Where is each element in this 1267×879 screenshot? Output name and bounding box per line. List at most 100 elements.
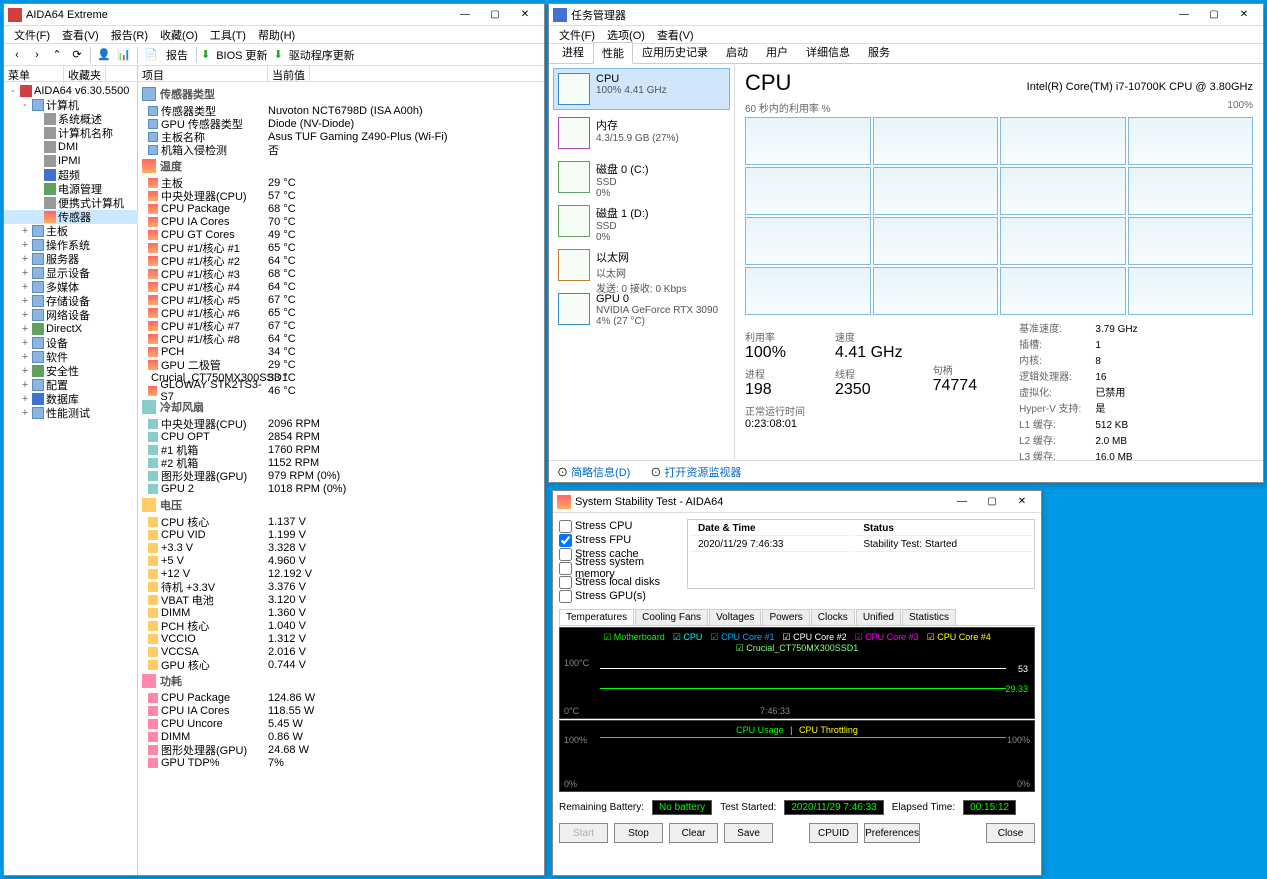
tree-node[interactable]: +服务器	[4, 252, 138, 266]
tree-node[interactable]: +软件	[4, 350, 138, 364]
brief-link[interactable]: 简略信息(D)	[571, 467, 630, 479]
sensor-row: +3.3 V3.328 V	[138, 541, 544, 554]
perf-card[interactable]: 磁盘 1 (D:)SSD0%	[553, 200, 730, 242]
stress-check[interactable]: Stress system memory	[559, 561, 679, 575]
tree-node[interactable]: +性能测试	[4, 406, 138, 420]
pane-tab-menu[interactable]: 菜单	[4, 66, 64, 81]
tm-tab[interactable]: 用户	[757, 41, 797, 63]
tool-icon[interactable]: 👤	[95, 46, 113, 64]
tree-node[interactable]: +数据库	[4, 392, 138, 406]
legend-item[interactable]: ☑ Motherboard	[603, 632, 665, 642]
legend-item[interactable]: ☑ CPU Core #4	[927, 632, 991, 642]
perf-card[interactable]: 磁盘 0 (C:)SSD0%	[553, 156, 730, 198]
back-button[interactable]: ‹	[8, 46, 26, 64]
preferences-button[interactable]: Preferences	[864, 823, 920, 843]
tm-tab[interactable]: 详细信息	[797, 41, 859, 63]
tree-node[interactable]: 传感器	[4, 210, 138, 224]
tm-tab[interactable]: 启动	[717, 41, 757, 63]
sst-tab[interactable]: Clocks	[811, 609, 855, 625]
legend-item[interactable]: ☑ CPU Core #2	[783, 632, 847, 642]
chart-icon[interactable]: 📊	[115, 46, 133, 64]
tree-node[interactable]: IPMI	[4, 154, 138, 168]
stress-check[interactable]: Stress CPU	[559, 519, 679, 533]
menu-item[interactable]: 帮助(H)	[252, 27, 301, 43]
tree-node[interactable]: 便携式计算机	[4, 196, 138, 210]
maximize-button[interactable]: ▢	[1199, 4, 1229, 26]
tree-node[interactable]: +配置	[4, 378, 138, 392]
menu-item[interactable]: 收藏(O)	[154, 27, 204, 43]
maximize-button[interactable]: ▢	[480, 4, 510, 26]
close-button[interactable]: Close	[986, 823, 1035, 843]
tree-node[interactable]: 超频	[4, 168, 138, 182]
sst-tab[interactable]: Voltages	[709, 609, 761, 625]
close-button[interactable]: ✕	[1007, 491, 1037, 513]
forward-button[interactable]: ›	[28, 46, 46, 64]
close-button[interactable]: ✕	[1229, 4, 1259, 26]
temp-graph: ☑ Motherboard ☑ CPU ☑ CPU Core #1 ☑ CPU Cor…	[559, 627, 1035, 719]
tree-node[interactable]: DMI	[4, 140, 138, 154]
perf-card[interactable]: 内存4.3/15.9 GB (27%)	[553, 112, 730, 154]
tm-tab[interactable]: 应用历史记录	[633, 41, 717, 63]
legend-item[interactable]: ☑ CPU Core #1	[710, 632, 774, 642]
tree-node[interactable]: +设备	[4, 336, 138, 350]
minimize-button[interactable]: —	[450, 4, 480, 26]
tree-node[interactable]: +存储设备	[4, 294, 138, 308]
perf-card[interactable]: 以太网以太网发送: 0 接收: 0 Kbps	[553, 244, 730, 286]
sst-titlebar[interactable]: System Stability Test - AIDA64 — ▢ ✕	[553, 491, 1041, 513]
legend-item[interactable]: ☑ Crucial_CT750MX300SSD1	[736, 643, 859, 653]
menu-item[interactable]: 工具(T)	[204, 27, 252, 43]
tm-tab[interactable]: 进程	[553, 41, 593, 63]
aida-tree[interactable]: -AIDA64 v6.30.5500-计算机系统概述计算机名称DMIIPMI超频…	[4, 82, 138, 875]
tree-node[interactable]: +DirectX	[4, 322, 138, 336]
minimize-button[interactable]: —	[1169, 4, 1199, 26]
stress-check[interactable]: Stress GPU(s)	[559, 589, 679, 603]
sst-tab[interactable]: Powers	[762, 609, 809, 625]
sst-tab[interactable]: Cooling Fans	[635, 609, 708, 625]
cpuid-button[interactable]: CPUID	[809, 823, 858, 843]
stress-check[interactable]: Stress FPU	[559, 533, 679, 547]
tree-node[interactable]: 电源管理	[4, 182, 138, 196]
tree-node[interactable]: +主板	[4, 224, 138, 238]
sst-tab[interactable]: Unified	[856, 609, 901, 625]
tm-titlebar[interactable]: 任务管理器 — ▢ ✕	[549, 4, 1263, 26]
aida-titlebar[interactable]: AIDA64 Extreme — ▢ ✕	[4, 4, 544, 26]
tree-node[interactable]: +安全性	[4, 364, 138, 378]
menu-item[interactable]: 文件(F)	[8, 27, 56, 43]
sst-tab[interactable]: Statistics	[902, 609, 956, 625]
tree-node[interactable]: +显示设备	[4, 266, 138, 280]
tree-node[interactable]: +操作系统	[4, 238, 138, 252]
tm-tab[interactable]: 服务	[859, 41, 899, 63]
log-time: 2020/11/29 7:46:33	[690, 538, 853, 552]
tree-node[interactable]: 系统概述	[4, 112, 138, 126]
tree-node[interactable]: -AIDA64 v6.30.5500	[4, 84, 138, 98]
sensor-row: GPU TDP%7%	[138, 756, 544, 769]
tree-node[interactable]: +网络设备	[4, 308, 138, 322]
legend-item[interactable]: ☑ CPU	[673, 632, 703, 642]
save-button[interactable]: Save	[724, 823, 773, 843]
close-button[interactable]: ✕	[510, 4, 540, 26]
menu-item[interactable]: 查看(V)	[56, 27, 105, 43]
legend-item[interactable]: ☑ CPU Core #3	[855, 632, 919, 642]
driver-label[interactable]: 驱动程序更新	[285, 47, 359, 63]
tree-node[interactable]: 计算机名称	[4, 126, 138, 140]
bios-label[interactable]: BIOS 更新	[212, 47, 271, 63]
up-button[interactable]: ⌃	[48, 46, 66, 64]
tree-node[interactable]: +多媒体	[4, 280, 138, 294]
perf-card[interactable]: GPU 0NVIDIA GeForce RTX 30904% (27 °C)	[553, 288, 730, 330]
report-label[interactable]: 报告	[162, 47, 192, 63]
maximize-button[interactable]: ▢	[977, 491, 1007, 513]
sensor-group-header: 功耗	[138, 671, 544, 691]
stop-button[interactable]: Stop	[614, 823, 663, 843]
tree-node[interactable]: -计算机	[4, 98, 138, 112]
pane-tab-fav[interactable]: 收藏夹	[64, 66, 106, 81]
sst-tab[interactable]: Temperatures	[559, 609, 634, 625]
perf-card[interactable]: CPU100% 4.41 GHz	[553, 68, 730, 110]
menu-item[interactable]: 报告(R)	[105, 27, 154, 43]
refresh-button[interactable]: ⟳	[68, 46, 86, 64]
resmon-link[interactable]: 打开资源监视器	[664, 467, 741, 479]
start-button[interactable]: Start	[559, 823, 608, 843]
minimize-button[interactable]: —	[947, 491, 977, 513]
report-icon[interactable]: 📄	[142, 46, 160, 64]
tm-tab[interactable]: 性能	[593, 42, 633, 64]
clear-button[interactable]: Clear	[669, 823, 718, 843]
